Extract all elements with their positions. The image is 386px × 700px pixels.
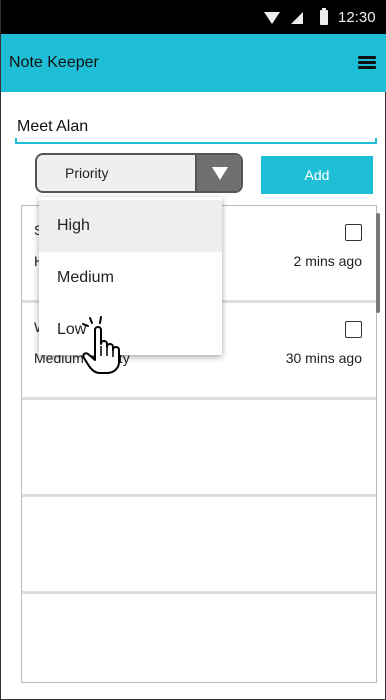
note-input[interactable] bbox=[15, 112, 377, 144]
hand-pointer-cursor bbox=[82, 316, 120, 374]
app-bar: Note Keeper bbox=[1, 34, 386, 92]
menu-line bbox=[358, 66, 376, 69]
priority-select[interactable]: Priority bbox=[35, 153, 243, 193]
menu-line bbox=[358, 56, 376, 59]
signal-icon bbox=[291, 12, 303, 24]
menu-line bbox=[358, 61, 376, 64]
dropdown-option-low[interactable]: Low bbox=[39, 304, 222, 356]
status-time: 12:30 bbox=[338, 9, 376, 26]
note-checkbox[interactable] bbox=[345, 224, 362, 241]
hamburger-menu-icon[interactable] bbox=[358, 55, 378, 70]
empty-note-card bbox=[22, 400, 376, 497]
list-scrollbar[interactable] bbox=[376, 213, 380, 313]
chevron-down-icon bbox=[212, 167, 228, 180]
priority-select-label: Priority bbox=[65, 165, 109, 181]
status-bar: 12:30 bbox=[1, 0, 386, 34]
add-button[interactable]: Add bbox=[261, 156, 373, 194]
battery-icon bbox=[320, 8, 328, 25]
priority-dropdown-menu: High Medium Low bbox=[39, 197, 222, 355]
empty-note-card bbox=[22, 594, 376, 682]
wifi-icon bbox=[264, 12, 280, 24]
dropdown-option-high[interactable]: High bbox=[39, 200, 222, 252]
input-underline-cap bbox=[375, 138, 377, 144]
select-arrow-box[interactable] bbox=[195, 155, 241, 191]
app-title: Note Keeper bbox=[9, 54, 99, 71]
empty-note-card bbox=[22, 497, 376, 594]
note-time: 30 mins ago bbox=[285, 350, 362, 366]
note-time: 2 mins ago bbox=[293, 253, 362, 269]
dropdown-option-medium[interactable]: Medium bbox=[39, 252, 222, 304]
input-underline-cap bbox=[15, 138, 17, 144]
note-checkbox[interactable] bbox=[345, 321, 362, 338]
phone-screen: 12:30 Note Keeper Priority Add S H 2 min… bbox=[0, 0, 386, 700]
